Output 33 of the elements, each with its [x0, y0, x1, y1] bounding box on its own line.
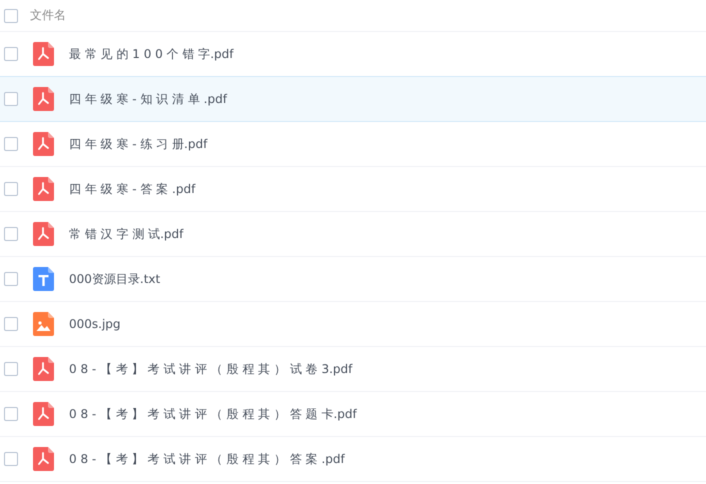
file-name: 000资源目录.txt	[69, 270, 160, 288]
pdf-file-icon	[33, 177, 54, 201]
file-name: 四 年 级 寒 - 答 案 .pdf	[69, 180, 196, 198]
pdf-file-icon	[33, 87, 54, 111]
row-checkbox[interactable]	[4, 92, 18, 106]
row-checkbox[interactable]	[4, 452, 18, 466]
column-header: 文件名	[30, 7, 66, 24]
pdf-file-icon	[33, 222, 54, 246]
pdf-file-icon	[33, 357, 54, 381]
file-name: 最 常 见 的 1 0 0 个 错 字.pdf	[69, 46, 234, 62]
image-file-icon	[33, 312, 54, 336]
pdf-file-icon	[33, 132, 54, 156]
text-file-icon	[33, 267, 54, 291]
row-checkbox[interactable]	[4, 137, 18, 151]
select-all-checkbox[interactable]	[4, 8, 18, 22]
row-checkbox[interactable]	[4, 317, 18, 331]
file-name: 0 8 - 【 考 】 考 试 讲 评 （ 殷 程 其 ） 答 题 卡.pdf	[69, 406, 357, 422]
row-checkbox[interactable]	[4, 272, 18, 286]
file-name: 0 8 - 【 考 】 考 试 讲 评 （ 殷 程 其 ） 试 卷 3.pdf	[69, 360, 352, 378]
row-checkbox[interactable]	[4, 362, 18, 376]
file-name: 000s.jpg	[69, 317, 121, 331]
pdf-file-icon	[33, 402, 54, 426]
pdf-file-icon	[33, 447, 54, 471]
file-name: 四 年 级 寒 - 知 识 清 单 .pdf	[69, 90, 227, 108]
file-row[interactable]: 四 年 级 寒 - 知 识 清 单 .pdf	[0, 76, 706, 122]
file-name: 常 错 汉 字 测 试.pdf	[69, 226, 184, 242]
row-checkbox[interactable]	[4, 182, 18, 196]
file-name: 四 年 级 寒 - 练 习 册.pdf	[69, 136, 208, 152]
file-name: 0 8 - 【 考 】 考 试 讲 评 （ 殷 程 其 ） 答 案 .pdf	[69, 450, 345, 468]
pdf-file-icon	[33, 42, 54, 66]
row-checkbox[interactable]	[4, 47, 18, 61]
row-checkbox[interactable]	[4, 227, 18, 241]
row-checkbox[interactable]	[4, 407, 18, 421]
